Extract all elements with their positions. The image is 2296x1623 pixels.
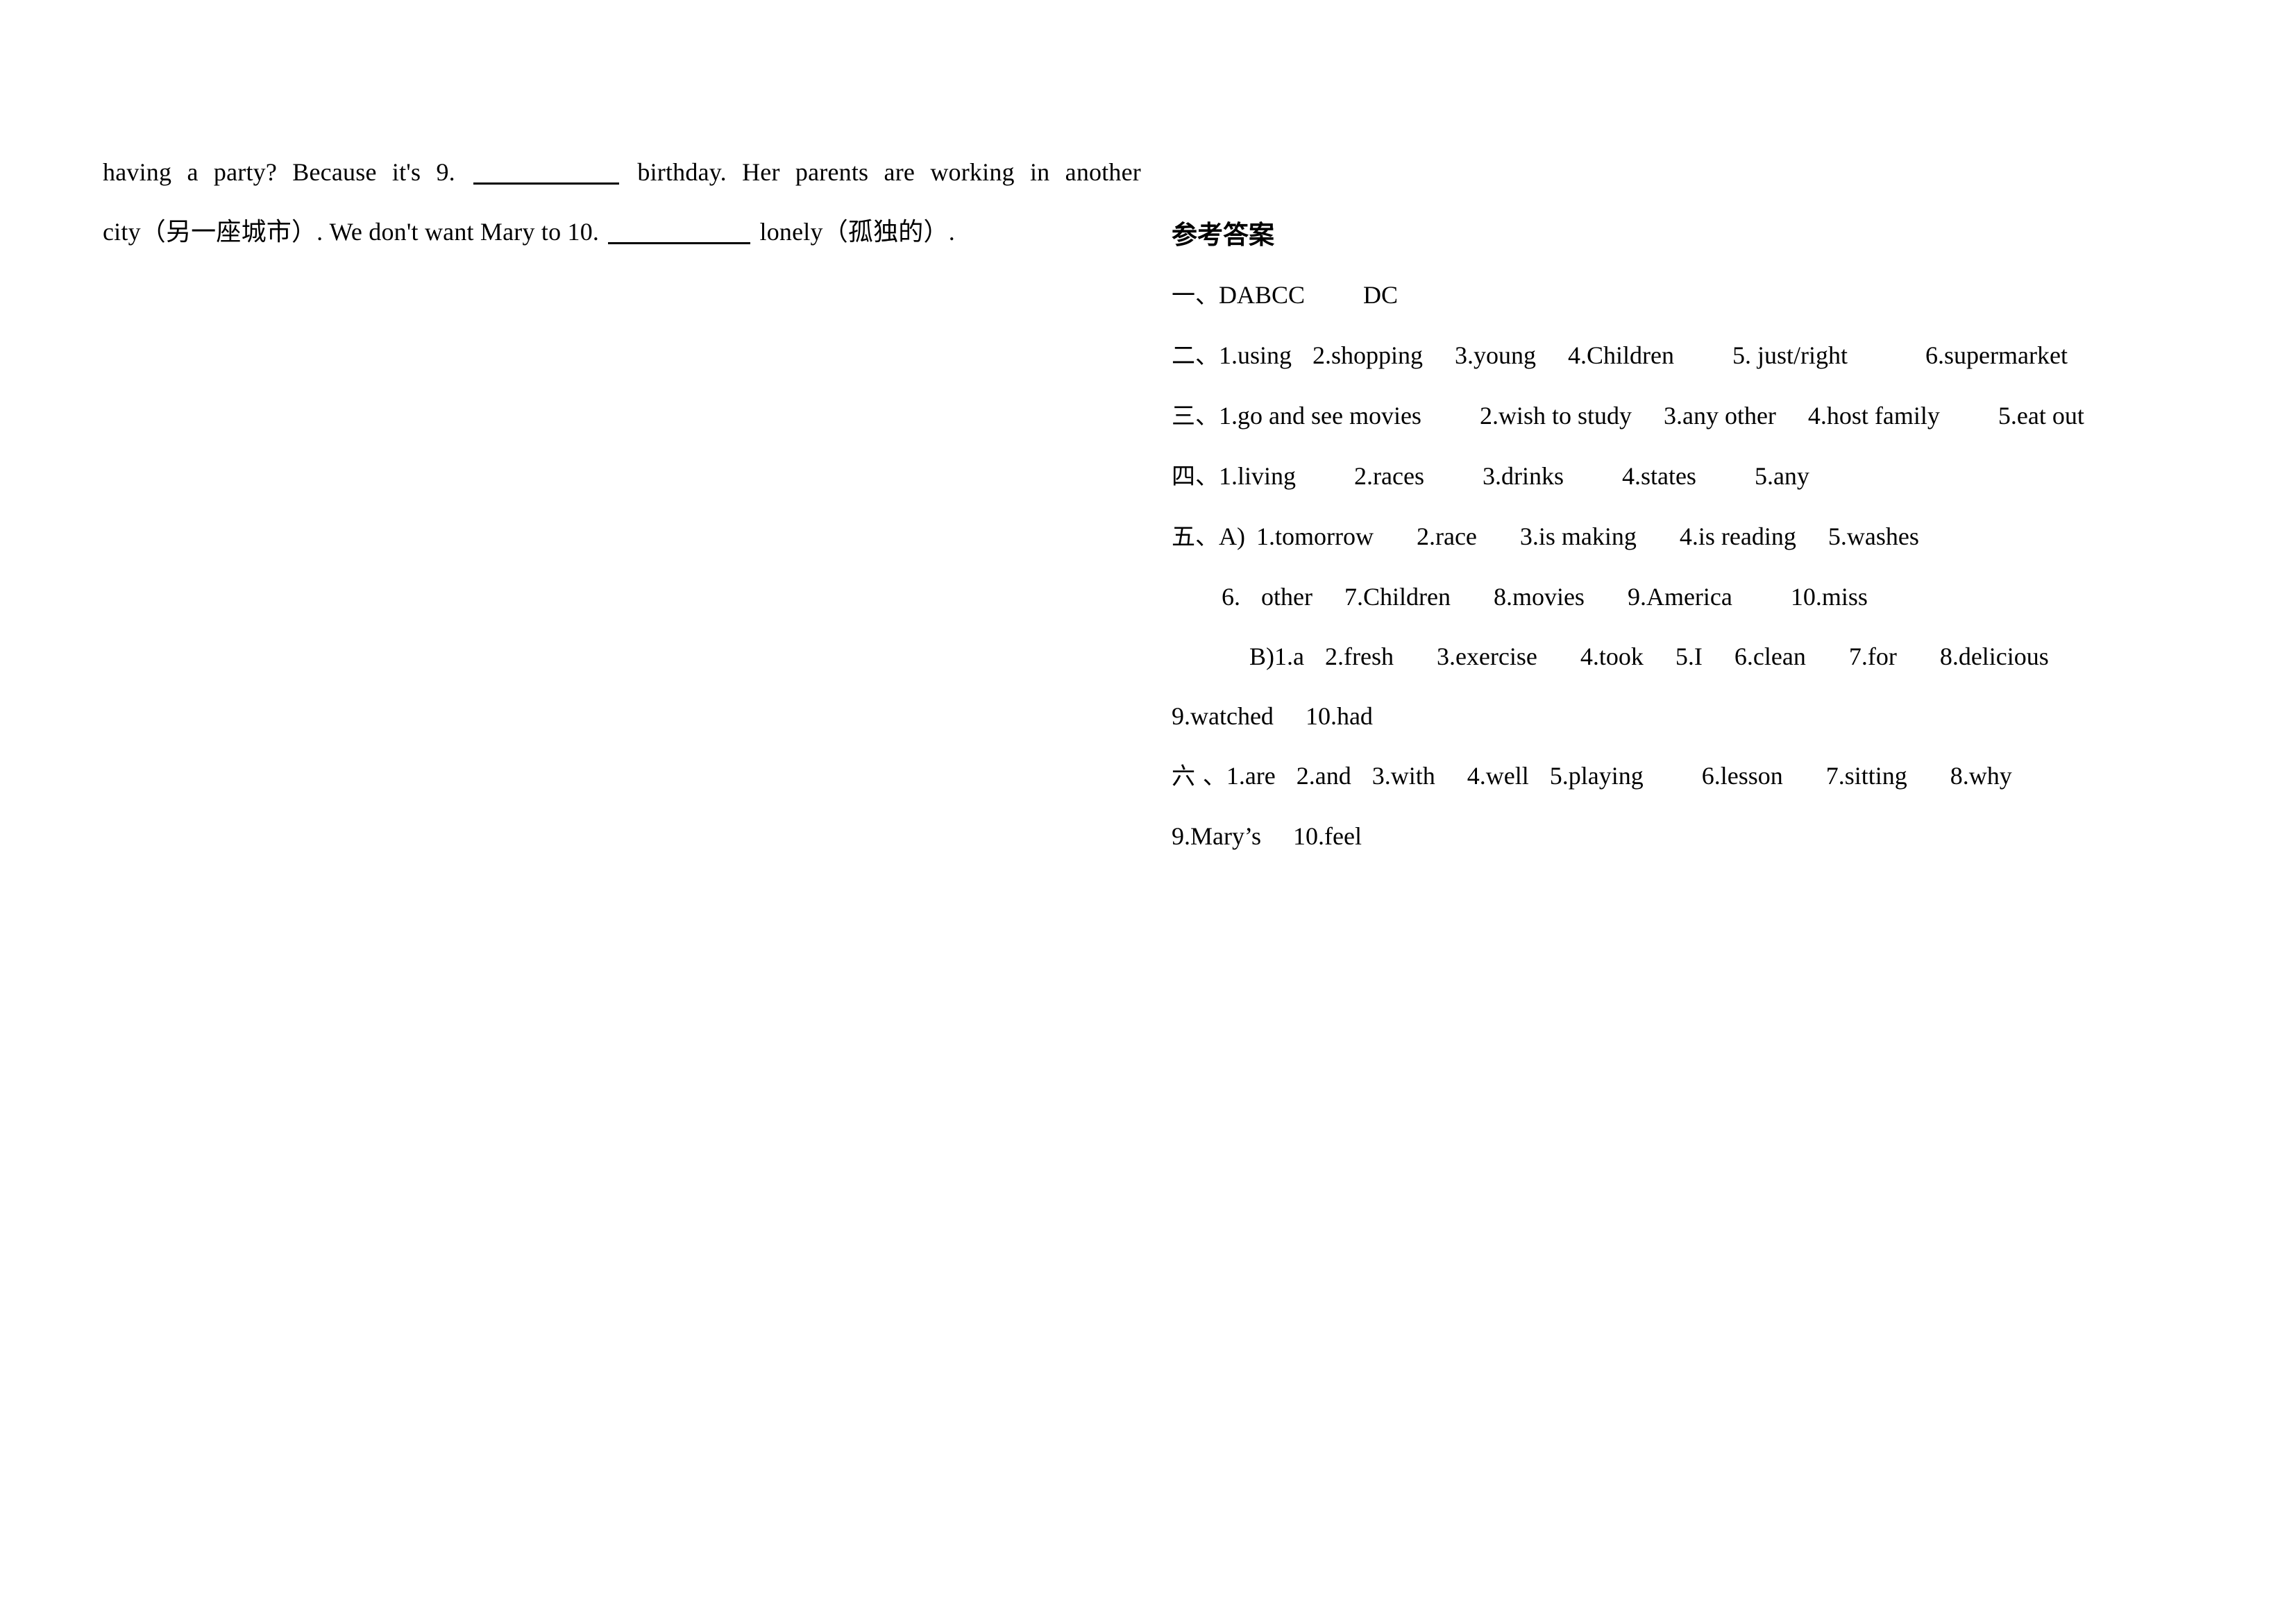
answer-key-column: 参考答案 一、DABCC DC 二、1.using 2.shopping 3.youn… — [1172, 205, 2192, 866]
answer-2-5: 5. just/right — [1732, 341, 1848, 369]
answer-5B-9: 9.watched — [1172, 702, 1274, 730]
answer-4-1: 1.living — [1219, 462, 1297, 490]
answer-5A-5: 5.washes — [1827, 522, 1919, 550]
answer-2-2: 2.shopping — [1312, 341, 1424, 369]
answer-3-1: 1.go and see movies — [1219, 402, 1421, 430]
answer-2-6: 6.supermarket — [1925, 341, 2068, 369]
answer-5-part-label: A) — [1219, 522, 1245, 550]
answer-5A-8: 8.movies — [1493, 583, 1585, 611]
answer-4-3: 3.drinks — [1482, 462, 1564, 490]
answer-3-5: 5.eat out — [1998, 402, 2084, 430]
answer-6-9: 9.Mary’s — [1172, 822, 1261, 850]
answer-3-4: 4.host family — [1807, 402, 1940, 430]
answer-5B-3: 3.exercise — [1436, 643, 1537, 670]
section-marker-6: 六 、 — [1172, 763, 1226, 790]
answer-6-8: 8.why — [1950, 762, 2012, 790]
answer-5A-4: 4.is reading — [1679, 522, 1796, 550]
answer-5A-7: 7.Children — [1344, 583, 1451, 611]
answer-line-section-5-partA-cont: 6. other 7.Children 8.movies 9.America 10.mis… — [1172, 567, 2192, 627]
answer-2-1: 1.using — [1219, 341, 1292, 369]
answer-5B-part-label: B)1.a — [1249, 643, 1304, 670]
answer-line-section-5-partB-cont: 9.watched 10.had — [1172, 686, 2192, 746]
section-marker-5: 五、 — [1172, 523, 1219, 551]
answer-5A-2: 2.race — [1416, 522, 1477, 550]
answer-5B-4: 4.took — [1580, 643, 1644, 670]
answer-6-7: 7.sitting — [1825, 762, 1907, 790]
answer-6-2: 2.and — [1296, 762, 1351, 790]
answer-4-2: 2.races — [1354, 462, 1424, 490]
answer-line-section-4: 四、1.living 2.races 3.drinks 4.states 5.any — [1172, 446, 2192, 507]
passage-line-2: city（另一座城市）. We don't want Mary to 10. l… — [103, 202, 1141, 262]
answer-4-5: 5.any — [1754, 462, 1809, 490]
answer-5A-6: other — [1261, 583, 1312, 611]
answer-line-section-5-partB: B)1.a 2.fresh 3.exercise 4.took 5.I 6.clean 7.… — [1172, 627, 2192, 686]
answer-line-section-3: 三、1.go and see movies 2.wish to study 3.an… — [1172, 386, 2192, 446]
section-marker-4: 四、 — [1172, 463, 1219, 491]
answer-6-5: 5.playing — [1549, 762, 1644, 790]
answer-2-4: 4.Children — [1568, 341, 1675, 369]
passage-line-1: having a party? Because it's 9. birthday… — [103, 142, 1141, 202]
answer-5B-7: 7.for — [1848, 643, 1897, 670]
answer-5B-6: 6.clean — [1734, 643, 1806, 670]
answer-1-b: DC — [1363, 281, 1399, 309]
answer-6-10: 10.feel — [1293, 822, 1362, 850]
answer-5A-3: 3.is making — [1519, 522, 1637, 550]
answer-2-3: 3.young — [1455, 341, 1537, 369]
answer-5B-2: 2.fresh — [1324, 643, 1394, 670]
section-marker-3: 三、 — [1172, 402, 1219, 430]
answer-line-section-1: 一、DABCC DC — [1172, 265, 2192, 325]
answer-6-4: 4.well — [1467, 762, 1529, 790]
answer-3-2: 2.wish to study — [1479, 402, 1632, 430]
answer-4-4: 4.states — [1621, 462, 1696, 490]
answer-5B-5: 5.I — [1675, 643, 1703, 670]
answer-blank-9[interactable] — [473, 182, 620, 185]
answer-line-section-6-cont: 9.Mary’s 10.feel — [1172, 806, 2192, 866]
answer-blank-10[interactable] — [608, 242, 751, 244]
passage-line-2-text-after: lonely（孤独的）. — [759, 218, 955, 246]
answer-6-6: 6.lesson — [1701, 762, 1783, 790]
document-page: having a party? Because it's 9. birthday… — [0, 0, 2296, 1623]
passage-line-1-text-after: birthday. Her parents are working in ano… — [637, 158, 1141, 186]
passage-column: having a party? Because it's 9. birthday… — [103, 142, 1141, 262]
answer-line-section-6: 六 、1.are 2.and 3.with 4.well 5.playing 6.less… — [1172, 746, 2192, 806]
passage-line-1-text-before: having a party? Because it's 9. — [103, 158, 455, 186]
section-marker-1: 一、 — [1172, 282, 1219, 309]
passage-line-2-text-before: city（另一座城市）. We don't want Mary to 10. — [103, 218, 600, 246]
answer-5B-8: 8.delicious — [1939, 643, 2049, 670]
answer-5A-6-number: 6. — [1222, 583, 1240, 611]
answer-1-a: DABCC — [1219, 281, 1306, 309]
answer-5A-10: 10.miss — [1790, 583, 1868, 611]
answer-line-section-2: 二、1.using 2.shopping 3.young 4.Children 5. j… — [1172, 325, 2192, 386]
answer-5A-9: 9.America — [1627, 583, 1732, 611]
answer-6-1: 1.are — [1226, 762, 1276, 790]
answer-6-3: 3.with — [1371, 762, 1435, 790]
answer-3-3: 3.any other — [1663, 402, 1776, 430]
answer-5B-10: 10.had — [1305, 702, 1373, 730]
answer-line-section-5-partA: 五、A) 1.tomorrow 2.race 3.is making 4.is read… — [1172, 507, 2192, 567]
answer-5A-1: 1.tomorrow — [1256, 522, 1374, 550]
section-marker-2: 二、 — [1172, 342, 1219, 370]
answer-key-title: 参考答案 — [1172, 220, 1274, 250]
